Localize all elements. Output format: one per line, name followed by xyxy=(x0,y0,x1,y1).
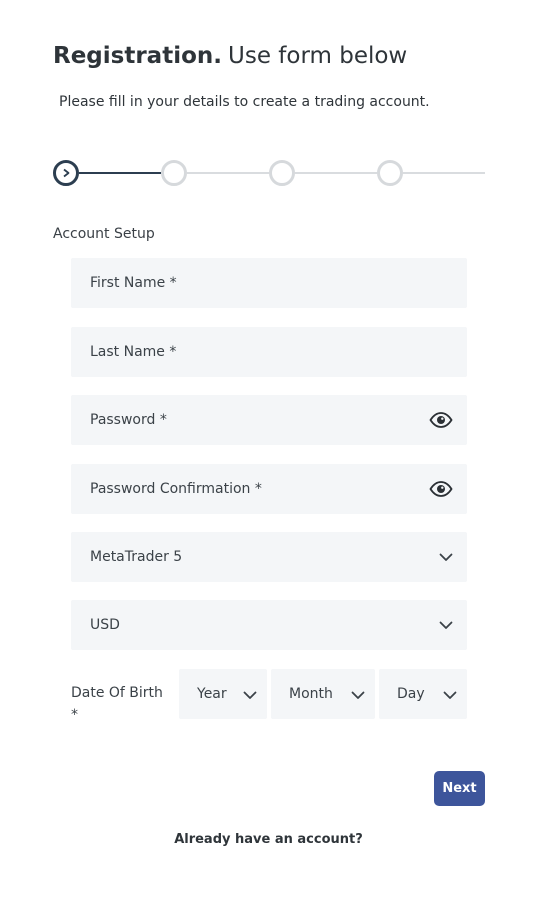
day-value: Day xyxy=(397,686,425,702)
last-name-label: Last Name * xyxy=(90,344,177,360)
password-label: Password * xyxy=(90,412,167,428)
progress-stepper xyxy=(0,0,548,200)
eye-icon[interactable] xyxy=(429,481,453,497)
year-value: Year xyxy=(197,686,227,702)
date-of-birth-label: Date Of Birth * xyxy=(71,685,163,723)
first-name-label: First Name * xyxy=(90,275,177,291)
chevron-down-icon xyxy=(351,685,365,704)
month-value: Month xyxy=(289,686,333,702)
month-select[interactable]: Month xyxy=(271,669,375,719)
step-3[interactable] xyxy=(269,160,295,186)
day-select[interactable]: Day xyxy=(379,669,467,719)
section-label: Account Setup xyxy=(53,226,155,242)
chevron-down-icon xyxy=(439,621,453,630)
last-name-field[interactable]: Last Name * xyxy=(71,327,467,377)
stepper-line-2 xyxy=(187,172,269,174)
platform-value: MetaTrader 5 xyxy=(90,549,183,565)
registration-page: Registration. Use form below Please fill … xyxy=(0,0,548,897)
first-name-field[interactable]: First Name * xyxy=(71,258,467,308)
step-4[interactable] xyxy=(377,160,403,186)
stepper-line-3 xyxy=(295,172,377,174)
currency-value: USD xyxy=(90,617,120,633)
chevron-down-icon xyxy=(243,685,257,704)
platform-select[interactable]: MetaTrader 5 xyxy=(71,532,467,582)
chevron-down-icon xyxy=(439,553,453,562)
step-2[interactable] xyxy=(161,160,187,186)
play-icon xyxy=(63,168,70,178)
eye-icon[interactable] xyxy=(429,412,453,428)
currency-select[interactable]: USD xyxy=(71,600,467,650)
login-link[interactable]: Already have an account? xyxy=(0,832,537,847)
stepper-line-1 xyxy=(79,172,161,174)
password-field[interactable]: Password * xyxy=(71,395,467,445)
step-1[interactable] xyxy=(53,160,79,186)
password-confirmation-label: Password Confirmation * xyxy=(90,481,262,497)
stepper-line-4 xyxy=(403,172,485,174)
year-select[interactable]: Year xyxy=(179,669,267,719)
chevron-down-icon xyxy=(443,685,457,704)
password-confirmation-field[interactable]: Password Confirmation * xyxy=(71,464,467,514)
next-button[interactable]: Next xyxy=(434,771,485,806)
